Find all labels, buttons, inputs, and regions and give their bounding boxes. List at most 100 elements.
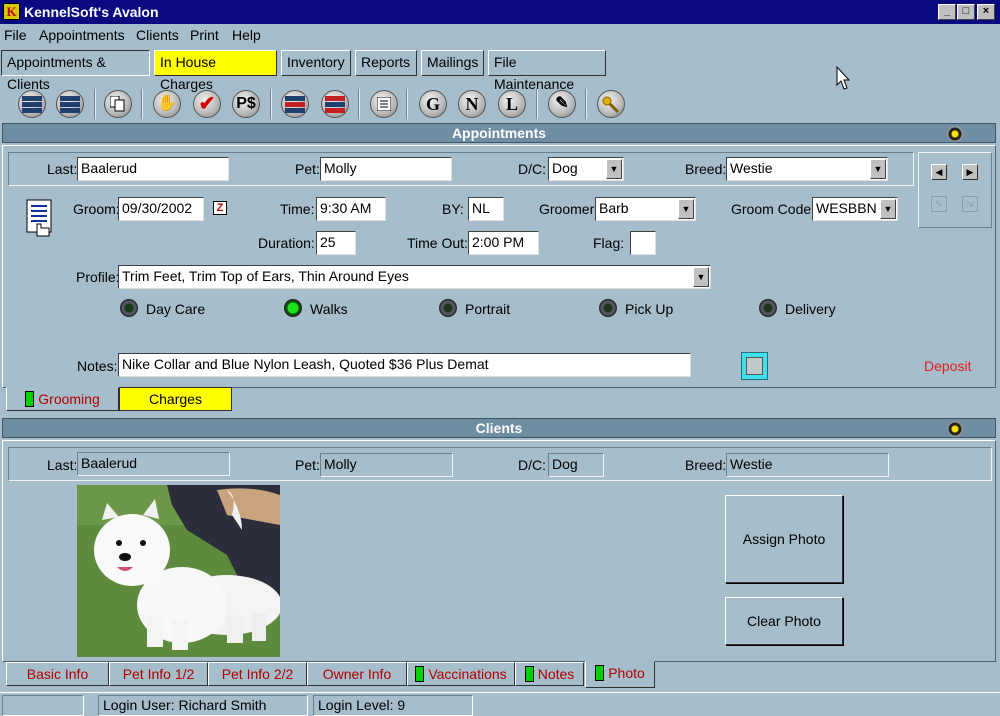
pick-up-radio[interactable] [599,299,617,317]
tab-inventory[interactable]: Inventory [281,50,351,76]
notes-field[interactable]: Nike Collar and Blue Nylon Leash, Quoted… [118,353,691,377]
tab-grooming[interactable]: Grooming [6,387,119,411]
tab-pet-info-1[interactable]: Pet Info 1/2 [109,662,208,686]
toolbar-separator [94,89,96,119]
toolbar-separator [585,89,587,119]
tab-basic-info[interactable]: Basic Info [6,662,109,686]
pet-photo [77,485,280,657]
grooming-indicator-icon [25,391,35,408]
appt-last-field[interactable]: Baalerud [77,157,229,181]
groomer-label: Groomer: [539,201,599,217]
tab-mailings[interactable]: Mailings [421,50,484,76]
tab-file-maintenance[interactable]: File Maintenance [488,50,606,92]
prev-record-icon[interactable]: ◀ [931,164,947,180]
toolbar-separator [358,89,360,119]
groomer-select[interactable]: Barb ▼ [595,197,696,221]
tab-owner-info[interactable]: Owner Info [307,662,407,686]
tab-in-house-charges[interactable]: In House Charges [154,50,277,92]
minimize-button[interactable]: _ [938,4,956,20]
deposit-link[interactable]: Deposit [924,358,971,374]
l-icon[interactable]: L [495,87,529,121]
appointment-card-icon[interactable] [25,198,55,240]
by-field[interactable]: NL [468,197,504,221]
day-care-radio[interactable] [120,299,138,317]
tab-reports[interactable]: Reports [355,50,417,76]
next-record-icon[interactable]: ▶ [962,164,978,180]
maximize-button[interactable]: □ [957,4,975,20]
groom-date-field[interactable]: 09/30/2002 [118,197,204,221]
time-field[interactable]: 9:30 AM [316,197,386,221]
photo-indicator-icon [595,665,605,682]
tab-charges[interactable]: Charges [119,387,232,411]
by-label: BY: [442,201,464,217]
key-icon[interactable] [594,87,628,121]
appt-pet-label: Pet: [295,161,320,177]
hand-icon[interactable]: ✋ [150,87,184,121]
notes-expand-button[interactable] [741,352,768,380]
window-title: KennelSoft's Avalon [24,4,159,20]
checkmark-icon[interactable]: ✔ [190,87,224,121]
client-dc-field: Dog [548,453,604,477]
profile-select[interactable]: Trim Feet, Trim Top of Ears, Thin Around… [118,265,711,289]
appointments-header-title: Appointments [451,125,547,141]
appt-dc-select[interactable]: Dog ▼ [548,157,624,181]
notes-indicator-icon [524,666,534,683]
client-pet-label: Pet: [295,457,320,473]
tab-vaccinations[interactable]: Vaccinations [407,662,515,686]
document-icon[interactable] [367,87,401,121]
vaccinations-indicator-icon [415,666,425,683]
groom-label: Groom: [73,201,120,217]
chevron-down-icon[interactable]: ▼ [606,159,622,179]
edit-record-icon[interactable]: ✎ [931,196,947,212]
time-out-label: Time Out: [407,235,468,251]
status-bar: Login User: Richard Smith Login Level: 9 [0,692,1000,716]
clear-photo-button[interactable]: Clear Photo [725,597,843,645]
calendar-icon[interactable]: Z [213,201,227,215]
chevron-down-icon[interactable]: ▼ [880,199,896,219]
assign-photo-button[interactable]: Assign Photo [725,495,843,583]
toolbar-separator [406,89,408,119]
menu-help[interactable]: Help [232,27,261,43]
walks-label: Walks [310,301,348,317]
duration-field[interactable]: 25 [316,231,356,255]
tab-photo[interactable]: Photo [585,661,655,688]
portrait-radio[interactable] [439,299,457,317]
menu-appointments[interactable]: Appointments [39,27,125,43]
appt-pet-field[interactable]: Molly [320,157,452,181]
delivery-radio[interactable] [759,299,777,317]
time-out-field[interactable]: 2:00 PM [468,231,539,255]
appt-breed-select[interactable]: Westie ▼ [726,157,888,181]
client-last-label: Last: [47,457,78,473]
appointments-list-icon[interactable] [15,87,49,121]
flag-field[interactable] [630,231,656,255]
g-icon[interactable]: G [416,87,450,121]
chevron-down-icon[interactable]: ▼ [678,199,694,219]
clients-list-icon[interactable] [53,87,87,121]
menu-clients[interactable]: Clients [136,27,179,43]
chevron-down-icon[interactable]: ▼ [693,267,709,287]
export-record-icon[interactable]: ⇲ [962,196,978,212]
menu-print[interactable]: Print [190,27,219,43]
collapse-knob-icon[interactable] [947,421,963,437]
tab-appointments-clients[interactable]: Appointments & Clients [1,50,150,92]
time-label: Time: [280,201,315,217]
tab-notes[interactable]: Notes [515,662,584,686]
chevron-down-icon[interactable]: ▼ [870,159,886,179]
tab-pet-info-2[interactable]: Pet Info 2/2 [208,662,307,686]
close-button[interactable]: × [977,4,995,20]
flag-label: Flag: [593,235,625,251]
collapse-knob-icon[interactable] [947,126,963,142]
n-icon[interactable]: N [455,87,489,121]
profile-label: Profile: [76,269,120,285]
records-red-icon[interactable] [278,87,312,121]
mouse-cursor-icon [836,66,851,90]
edit-note-icon[interactable]: ✎ [545,87,579,121]
copy-icon[interactable] [101,87,135,121]
client-pet-field: Molly [320,453,453,477]
appt-last-label: Last: [47,161,78,177]
records-blue-icon[interactable] [318,87,352,121]
groom-code-select[interactable]: WESBBN ▼ [812,197,898,221]
walks-radio[interactable] [284,299,302,317]
payment-icon[interactable]: P$ [229,87,263,121]
menu-file[interactable]: File [4,27,27,43]
